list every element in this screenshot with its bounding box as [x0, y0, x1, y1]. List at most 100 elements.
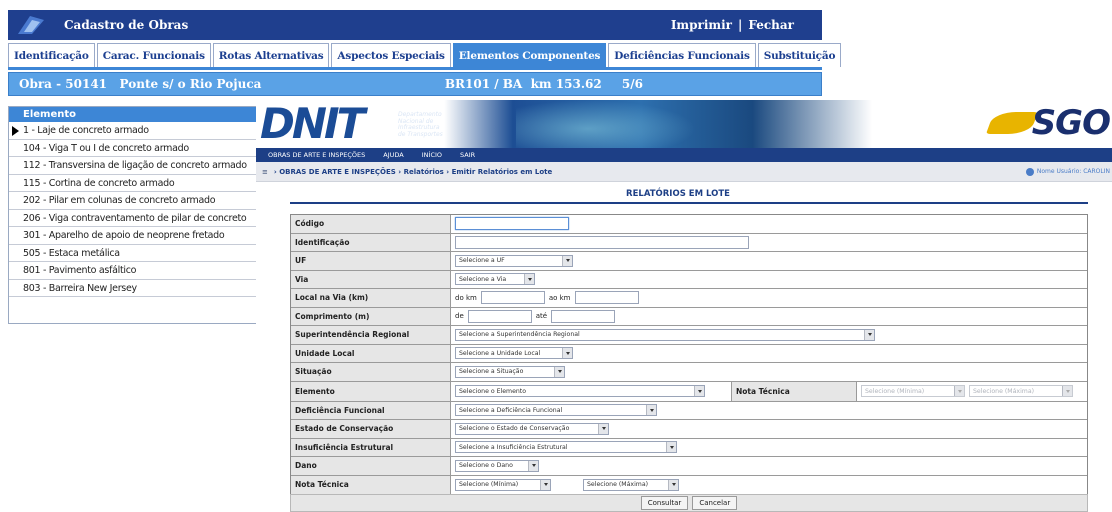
chevron-down-icon: [554, 366, 564, 377]
chevron-down-icon: [694, 386, 704, 396]
elemento-label: Elemento: [291, 381, 451, 401]
km-from-input[interactable]: [480, 291, 545, 305]
chevron-down-icon: [954, 386, 964, 396]
nota-min-select[interactable]: Selecione (Mínima): [455, 478, 551, 491]
menu-obras-de-arte[interactable]: OBRAS DE ARTE E INSPEÇÕES: [268, 151, 365, 159]
chevron-down-icon: [864, 329, 874, 340]
deficiencia-select[interactable]: Selecione a Deficiência Funcional: [455, 404, 657, 417]
estado-label: Estado de Conservação: [291, 420, 451, 438]
dnit-logo: DNIT: [260, 100, 365, 148]
elementos-list: Elemento 1 - Laje de concreto armado 104…: [8, 106, 270, 324]
chevron-down-icon: [540, 479, 550, 490]
nota-max-select[interactable]: Selecione (Máxima): [583, 478, 679, 491]
form-title: RELATÓRIOS EM LOTE: [626, 189, 730, 199]
cancelar-button[interactable]: Cancelar: [692, 496, 738, 510]
list-item[interactable]: 801 - Pavimento asfáltico: [9, 262, 269, 280]
menu-ajuda[interactable]: AJUDA: [383, 151, 403, 159]
list-item[interactable]: 803 - Barreira New Jersey: [9, 279, 269, 297]
dnit-window: DNIT Departamento Nacional de Infraestru…: [256, 100, 1112, 512]
chevron-down-icon: [562, 348, 572, 359]
relatorios-form: Código Identificação UF Selecione a UF V…: [290, 214, 1088, 495]
elemento-nota-min-select[interactable]: Selecione (Mínima): [861, 385, 965, 397]
codigo-input[interactable]: [455, 217, 569, 231]
fechar-link[interactable]: Fechar: [748, 18, 794, 32]
list-item[interactable]: 112 - Transversina de ligação de concret…: [9, 157, 269, 175]
do-km-label: do km: [455, 293, 477, 302]
via-label: Via: [291, 270, 451, 288]
local-label: Local na Via (km): [291, 289, 451, 307]
breadcrumb-path[interactable]: › OBRAS DE ARTE E INSPEÇÕES › Relatórios…: [274, 168, 552, 176]
list-item[interactable]: 202 - Pilar em colunas de concreto armad…: [9, 192, 269, 210]
chevron-down-icon: [528, 460, 538, 471]
comprimento-to-input[interactable]: [551, 309, 616, 323]
tab-elementos-componentes[interactable]: Elementos Componentes: [452, 43, 607, 67]
breadcrumb: ≡ › OBRAS DE ARTE E INSPEÇÕES › Relatóri…: [256, 162, 1112, 182]
via-select[interactable]: Selecione a Via: [455, 273, 535, 286]
identificacao-input[interactable]: [455, 235, 749, 249]
estado-select[interactable]: Selecione o Estado de Conservação: [455, 422, 609, 435]
dnit-logo-subtitle: Departamento Nacional de Infraestrutura …: [398, 111, 443, 138]
dnit-menubar: OBRAS DE ARTE E INSPEÇÕES AJUDA INÍCIO S…: [256, 148, 1112, 162]
superintendencia-label: Superintendência Regional: [291, 326, 451, 344]
chevron-down-icon: [666, 442, 676, 453]
tab-aspectos-especiais[interactable]: Aspectos Especiais: [331, 43, 451, 67]
insuficiencia-select[interactable]: Selecione a Insuficiência Estrutural: [455, 441, 677, 454]
chevron-down-icon: [524, 274, 534, 285]
chevron-down-icon: [562, 255, 572, 266]
elemento-nota-max-select[interactable]: Selecione (Máxima): [969, 385, 1073, 397]
deficiencia-label: Deficiência Funcional: [291, 401, 451, 419]
dnit-banner: DNIT Departamento Nacional de Infraestru…: [256, 100, 1112, 148]
uf-label: UF: [291, 252, 451, 270]
tab-carac-funcionais[interactable]: Carac. Funcionais: [96, 43, 211, 67]
obra-title: Obra - 50141 Ponte s/ o Rio Pojuca: [19, 77, 262, 91]
chevron-down-icon: [1062, 386, 1072, 396]
chevron-down-icon: [668, 479, 678, 490]
consultar-button[interactable]: Consultar: [640, 496, 689, 510]
elemento-nota-label: Nota Técnica: [731, 381, 857, 401]
superintendencia-select[interactable]: Selecione a Superintendência Regional: [455, 328, 875, 341]
insuficiencia-label: Insuficiência Estrutural: [291, 438, 451, 456]
sgo-swoosh-icon: [985, 112, 1039, 134]
list-item[interactable]: 115 - Cortina de concreto armado: [9, 174, 269, 192]
menu-sair[interactable]: SAIR: [460, 151, 475, 159]
sgo-logo: SGO: [985, 104, 1111, 142]
uf-select[interactable]: Selecione a UF: [455, 254, 573, 267]
page-indicator: 5/6: [621, 77, 643, 91]
de-label: de: [455, 312, 464, 321]
situacao-select[interactable]: Selecione a Situação: [455, 365, 565, 378]
list-item[interactable]: 206 - Viga contraventamento de pilar de …: [9, 209, 269, 227]
chevron-down-icon: [646, 405, 656, 416]
list-item[interactable]: 104 - Viga T ou I de concreto armado: [9, 139, 269, 157]
cadastro-tabs: Identificação Carac. Funcionais Rotas Al…: [8, 40, 842, 70]
identificacao-label: Identificação: [291, 233, 451, 251]
imprimir-link[interactable]: Imprimir: [671, 18, 732, 32]
situacao-label: Situação: [291, 363, 451, 381]
comprimento-label: Comprimento (m): [291, 307, 451, 325]
list-item[interactable]: 505 - Estaca metálica: [9, 244, 269, 262]
cadastro-title: Cadastro de Obras: [64, 18, 189, 32]
rodovia-km: BR101 / BA km 153.62: [444, 77, 602, 91]
dano-select[interactable]: Selecione o Dano: [455, 459, 539, 472]
list-item[interactable]: 301 - Aparelho de apoio de neoprene fret…: [9, 227, 269, 245]
codigo-label: Código: [291, 215, 451, 233]
tab-deficiencias-funcionais[interactable]: Deficiências Funcionais: [608, 43, 756, 67]
unidade-select[interactable]: Selecione a Unidade Local: [455, 347, 573, 360]
tab-rotas-alternativas[interactable]: Rotas Alternativas: [212, 43, 330, 67]
elemento-select[interactable]: Selecione o Elemento: [455, 385, 705, 397]
cadastro-titlebar: Cadastro de Obras Imprimir | Fechar: [8, 10, 822, 40]
km-to-input[interactable]: [574, 291, 639, 305]
user-info: Nome Usuário: CAROLIN: [1025, 167, 1110, 176]
tab-identificacao[interactable]: Identificação: [8, 43, 95, 67]
menu-inicio[interactable]: INÍCIO: [422, 151, 442, 159]
chevron-down-icon: [598, 423, 608, 434]
tab-substituicao[interactable]: Substituição: [757, 43, 842, 67]
comprimento-from-input[interactable]: [467, 309, 532, 323]
list-item[interactable]: 1 - Laje de concreto armado: [9, 122, 269, 140]
nota-label: Nota Técnica: [291, 475, 451, 494]
ate-label: até: [535, 312, 548, 321]
form-buttons: Consultar Cancelar: [290, 494, 1088, 512]
elementos-header: Elemento: [9, 107, 269, 122]
unidade-label: Unidade Local: [291, 344, 451, 362]
home-icon[interactable]: ≡: [262, 168, 268, 176]
dano-label: Dano: [291, 457, 451, 475]
